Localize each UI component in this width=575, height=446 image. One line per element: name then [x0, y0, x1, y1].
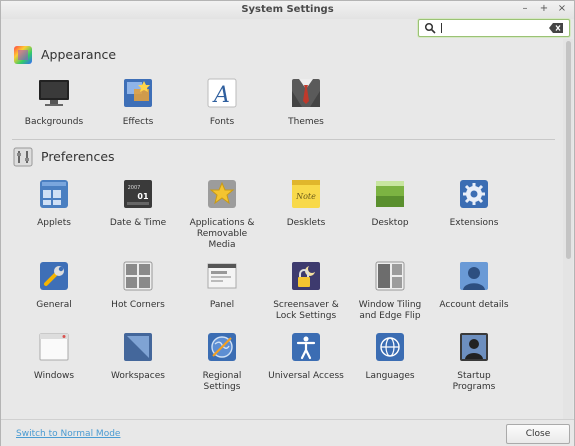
regional-item[interactable]: Regional Settings — [183, 331, 261, 393]
applets-item[interactable]: Applets — [15, 178, 93, 229]
themes-label: Themes — [288, 117, 324, 127]
desklets-icon: Note — [292, 180, 320, 208]
switch-mode-link[interactable]: Switch to Normal Mode — [16, 429, 120, 439]
backgrounds-label: Backgrounds — [24, 117, 84, 127]
section-divider — [12, 139, 555, 140]
applications-media-icon — [208, 180, 236, 208]
account-item[interactable]: Account details — [435, 260, 513, 311]
applets-icon — [40, 180, 68, 208]
panel-icon — [207, 263, 237, 289]
calendar-year: 2007 — [128, 185, 141, 191]
effects-label: Effects — [122, 117, 154, 127]
languages-icon — [376, 333, 404, 361]
panel-item[interactable]: Panel — [183, 260, 261, 311]
desktop-icon — [376, 181, 404, 207]
date-time-icon: 2007 01 — [124, 180, 152, 208]
appearance-section-icon — [14, 46, 32, 64]
date-time-label: Date & Time — [109, 218, 167, 228]
effects-icon — [124, 79, 152, 107]
general-label: General — [36, 300, 72, 310]
universal-access-icon — [292, 333, 320, 361]
minimize-button[interactable]: – — [519, 3, 531, 15]
languages-label: Languages — [365, 371, 415, 381]
languages-item[interactable]: Languages — [351, 331, 429, 382]
svg-text:A: A — [212, 83, 230, 108]
backgrounds-icon — [39, 80, 69, 106]
applications-media-label: Applications & Removable Media — [189, 218, 255, 250]
backgrounds-item[interactable]: Backgrounds — [15, 77, 93, 128]
regional-icon — [208, 333, 236, 361]
account-label: Account details — [439, 300, 509, 310]
scrollbar-thumb[interactable] — [566, 41, 571, 259]
general-icon — [40, 262, 68, 290]
extensions-icon — [460, 180, 488, 208]
search-icon — [424, 22, 436, 34]
extensions-label: Extensions — [449, 218, 499, 228]
settings-window: System Settings – + × Appearance Backgro… — [0, 0, 575, 446]
desklets-item[interactable]: Note Desklets — [267, 178, 345, 229]
screensaver-icon — [292, 262, 320, 290]
date-time-item[interactable]: 2007 01 Date & Time — [99, 178, 177, 229]
windows-label: Windows — [33, 371, 75, 381]
close-window-button[interactable]: × — [556, 3, 568, 15]
themes-item[interactable]: Themes — [267, 77, 345, 128]
window-tiling-item[interactable]: Window Tiling and Edge Flip — [351, 260, 429, 322]
fonts-icon: A — [207, 78, 237, 108]
themes-icon — [292, 79, 320, 107]
workspaces-item[interactable]: Workspaces — [99, 331, 177, 382]
hot-corners-item[interactable]: Hot Corners — [99, 260, 177, 311]
hot-corners-label: Hot Corners — [111, 300, 165, 310]
window-title: System Settings — [241, 4, 334, 15]
svg-text:Note: Note — [295, 192, 316, 201]
clear-search-icon[interactable] — [549, 23, 563, 33]
panel-label: Panel — [209, 300, 235, 310]
startup-label: Startup Programs — [452, 371, 496, 392]
preferences-section-icon — [13, 147, 33, 167]
maximize-button[interactable]: + — [538, 3, 550, 15]
account-icon — [460, 262, 488, 290]
startup-icon — [460, 333, 488, 361]
windows-item[interactable]: Windows — [15, 331, 93, 382]
regional-label: Regional Settings — [202, 371, 242, 392]
universal-access-label: Universal Access — [268, 371, 344, 381]
appearance-section-title: Appearance — [41, 47, 117, 62]
universal-access-item[interactable]: Universal Access — [267, 331, 345, 382]
startup-item[interactable]: Startup Programs — [435, 331, 513, 393]
calendar-day: 01 — [137, 192, 149, 201]
applets-label: Applets — [37, 218, 71, 228]
preferences-section-title: Preferences — [41, 149, 115, 164]
workspaces-label: Workspaces — [111, 371, 165, 381]
extensions-item[interactable]: Extensions — [435, 178, 513, 229]
screensaver-label: Screensaver & Lock Settings — [273, 300, 339, 321]
desktop-label: Desktop — [371, 218, 409, 228]
hot-corners-icon — [123, 261, 153, 291]
desktop-item[interactable]: Desktop — [351, 178, 429, 229]
search-input[interactable] — [418, 19, 570, 37]
text-cursor — [441, 23, 442, 33]
general-item[interactable]: General — [15, 260, 93, 311]
fonts-label: Fonts — [209, 117, 235, 127]
close-button[interactable]: Close — [506, 424, 570, 444]
footer-bar: Switch to Normal Mode Close — [1, 419, 574, 446]
window-tiling-icon — [375, 261, 405, 291]
fonts-item[interactable]: A Fonts — [183, 77, 261, 128]
effects-item[interactable]: Effects — [99, 77, 177, 128]
title-bar[interactable]: System Settings – + × — [1, 1, 574, 19]
windows-icon — [39, 333, 69, 361]
window-tiling-label: Window Tiling and Edge Flip — [358, 300, 422, 321]
workspaces-icon — [124, 333, 152, 361]
screensaver-item[interactable]: Screensaver & Lock Settings — [267, 260, 345, 322]
applications-media-item[interactable]: Applications & Removable Media — [183, 178, 261, 251]
desklets-label: Desklets — [286, 218, 326, 228]
